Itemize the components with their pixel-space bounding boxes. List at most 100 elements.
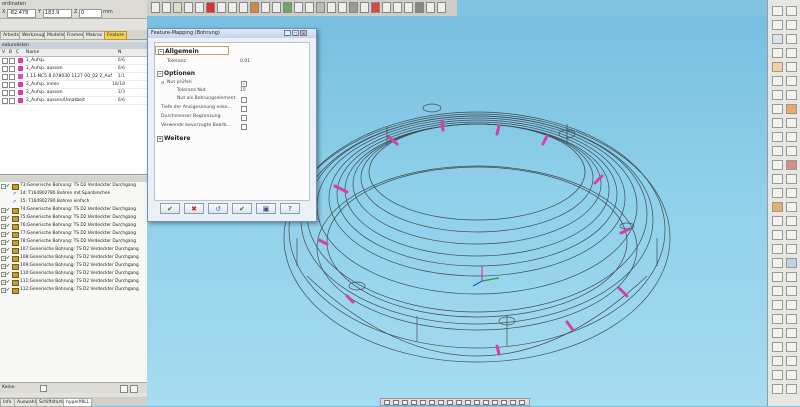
tool-icon[interactable] (772, 6, 783, 16)
tree-row[interactable]: + ✔ 76:Generische Bohrung: TS D2 Verdeck… (0, 222, 147, 230)
tool-icon[interactable] (404, 2, 413, 13)
tool-icon[interactable] (217, 2, 226, 13)
tool-icon[interactable] (786, 104, 797, 114)
tree-row[interactable]: + ✔ 112:Generische Bohrung: TS D2 Verdec… (0, 286, 147, 294)
tool-icon[interactable] (772, 174, 783, 184)
tool-icon[interactable] (772, 160, 783, 170)
collapse-icon[interactable]: − (158, 49, 164, 55)
property-nut-pruefen[interactable]: ⊟ Nut prüfen ✓ (155, 79, 307, 87)
tree-row[interactable]: ↗ 14: T164902780 Bohren mit Spanbrechen (0, 190, 147, 198)
tool-icon[interactable] (772, 258, 783, 268)
table-row[interactable]: 1 11-NC5 8 078030 1127 00_02 2_Auf 1/1 (0, 73, 147, 81)
tree-row[interactable]: + ✔ 75:Generische Bohrung: TS D2 Verdeck… (0, 214, 147, 222)
tool-icon[interactable] (786, 342, 797, 352)
tool-icon[interactable] (786, 356, 797, 366)
tool-icon[interactable] (772, 118, 783, 128)
tool-icon[interactable] (162, 2, 171, 13)
tool-icon[interactable] (283, 2, 292, 13)
tree-row[interactable]: + ✔ 110:Generische Bohrung: TS D2 Verdec… (0, 270, 147, 278)
tool-icon[interactable] (786, 132, 797, 142)
tool-icon[interactable] (437, 2, 446, 13)
tool-icon[interactable] (786, 314, 797, 324)
view-icon[interactable] (402, 400, 408, 405)
property-value[interactable]: 0.01 (240, 58, 250, 66)
tool-icon[interactable] (786, 118, 797, 128)
view-icon[interactable] (429, 400, 435, 405)
view-icon[interactable] (384, 400, 390, 405)
property-toleranz[interactable]: Toleranz 0.01 (155, 58, 307, 66)
b-checkbox[interactable] (9, 58, 15, 64)
reset-button[interactable]: ↺ (208, 203, 228, 214)
section-weitere[interactable]: + Weitere (155, 134, 307, 143)
tool-icon[interactable] (393, 2, 402, 13)
view-icon[interactable] (456, 400, 462, 405)
save-button[interactable]: ▣ (256, 203, 276, 214)
tool-icon[interactable] (786, 216, 797, 226)
tree-row[interactable]: ↗ 15: T164902780 Bohren einfach (0, 198, 147, 206)
tool-icon[interactable] (349, 2, 358, 13)
nut-als-element-checkbox[interactable] (241, 97, 247, 103)
view-icon[interactable] (474, 400, 480, 405)
tree-row[interactable]: + ✔ 74:Generische Bohrung: TS D2 Verdeck… (0, 206, 147, 214)
tool-icon[interactable] (261, 2, 270, 13)
tree-row[interactable]: + ✔ 77:Generische Bohrung: TS D2 Verdeck… (0, 230, 147, 238)
table-row[interactable]: 1_Aufsp. 6/6 (0, 57, 147, 65)
tree-row[interactable]: + ✔ 108:Generische Bohrung: TS D2 Verdec… (0, 254, 147, 262)
tool-icon[interactable] (772, 342, 783, 352)
tool-icon[interactable] (786, 62, 797, 72)
property-tiefe[interactable]: Tiefe der Ansigesenung enke... (155, 104, 307, 112)
tool-icon[interactable] (786, 90, 797, 100)
tool-icon[interactable] (786, 258, 797, 268)
visible-checkbox[interactable] (2, 66, 8, 72)
table-row[interactable]: 1_Aufsp. aussen 6/6 (0, 65, 147, 73)
visible-checkbox[interactable] (2, 74, 8, 80)
ok-button[interactable]: ✔ (160, 203, 180, 214)
tool-icon[interactable] (772, 272, 783, 282)
b-checkbox[interactable] (9, 66, 15, 72)
close-icon[interactable] (120, 385, 128, 393)
tool-icon[interactable] (195, 2, 204, 13)
tool-icon[interactable] (772, 202, 783, 212)
tool-icon[interactable] (786, 6, 797, 16)
tool-icon[interactable] (772, 356, 783, 366)
tool-icon[interactable] (772, 48, 783, 58)
dialog-titlebar[interactable]: Feature-Mapping (Bohrung) _ □ × (148, 29, 316, 38)
table-row[interactable]: 2_Aufsp. innen 18/18 (0, 81, 147, 89)
view-icon[interactable] (501, 400, 507, 405)
b-checkbox[interactable] (9, 82, 15, 88)
bevorzugte-checkbox[interactable] (241, 124, 247, 130)
tool-icon[interactable] (239, 2, 248, 13)
filter-select[interactable]: Keine (2, 384, 14, 392)
tool-icon[interactable] (772, 146, 783, 156)
property-bevorzugte-bearbeitung[interactable]: Verwende bevorzugte Bearb... (155, 122, 307, 130)
tool-icon[interactable] (772, 314, 783, 324)
tool-icon[interactable] (772, 300, 783, 310)
tool-icon[interactable] (772, 34, 783, 44)
durchmesser-checkbox[interactable] (241, 115, 247, 121)
tool-icon[interactable] (786, 328, 797, 338)
tool-icon[interactable] (305, 2, 314, 13)
tiefe-checkbox[interactable] (241, 106, 247, 112)
dropdown-arrow-icon[interactable] (40, 385, 47, 392)
property-durchmesser[interactable]: Durchmesser Begrenzung (155, 113, 307, 121)
tree-row[interactable]: + ✔ 109:Generische Bohrung: TS D2 Verdec… (0, 262, 147, 270)
tool-icon[interactable] (228, 2, 237, 13)
visible-checkbox[interactable] (2, 58, 8, 64)
tool-icon[interactable] (151, 2, 160, 13)
property-nut-als-element[interactable]: Nut als Bohrungselement (155, 95, 307, 103)
tool-icon[interactable] (415, 2, 424, 13)
tool-icon[interactable] (786, 230, 797, 240)
help-button[interactable]: ? (280, 203, 300, 214)
tool-icon[interactable] (786, 202, 797, 212)
tool-icon[interactable] (786, 272, 797, 282)
tree-row[interactable]: − ✔ 73:Generische Bohrung: TS D2 Verdeck… (0, 182, 147, 190)
tool-icon[interactable] (772, 188, 783, 198)
tool-icon[interactable] (772, 384, 783, 394)
tool-icon[interactable] (772, 62, 783, 72)
b-checkbox[interactable] (9, 90, 15, 96)
collapse-icon[interactable]: ⊟ (161, 79, 164, 87)
tool-icon[interactable] (382, 2, 391, 13)
visible-checkbox[interactable] (2, 82, 8, 88)
view-icon[interactable] (393, 400, 399, 405)
tool-icon[interactable] (786, 20, 797, 30)
